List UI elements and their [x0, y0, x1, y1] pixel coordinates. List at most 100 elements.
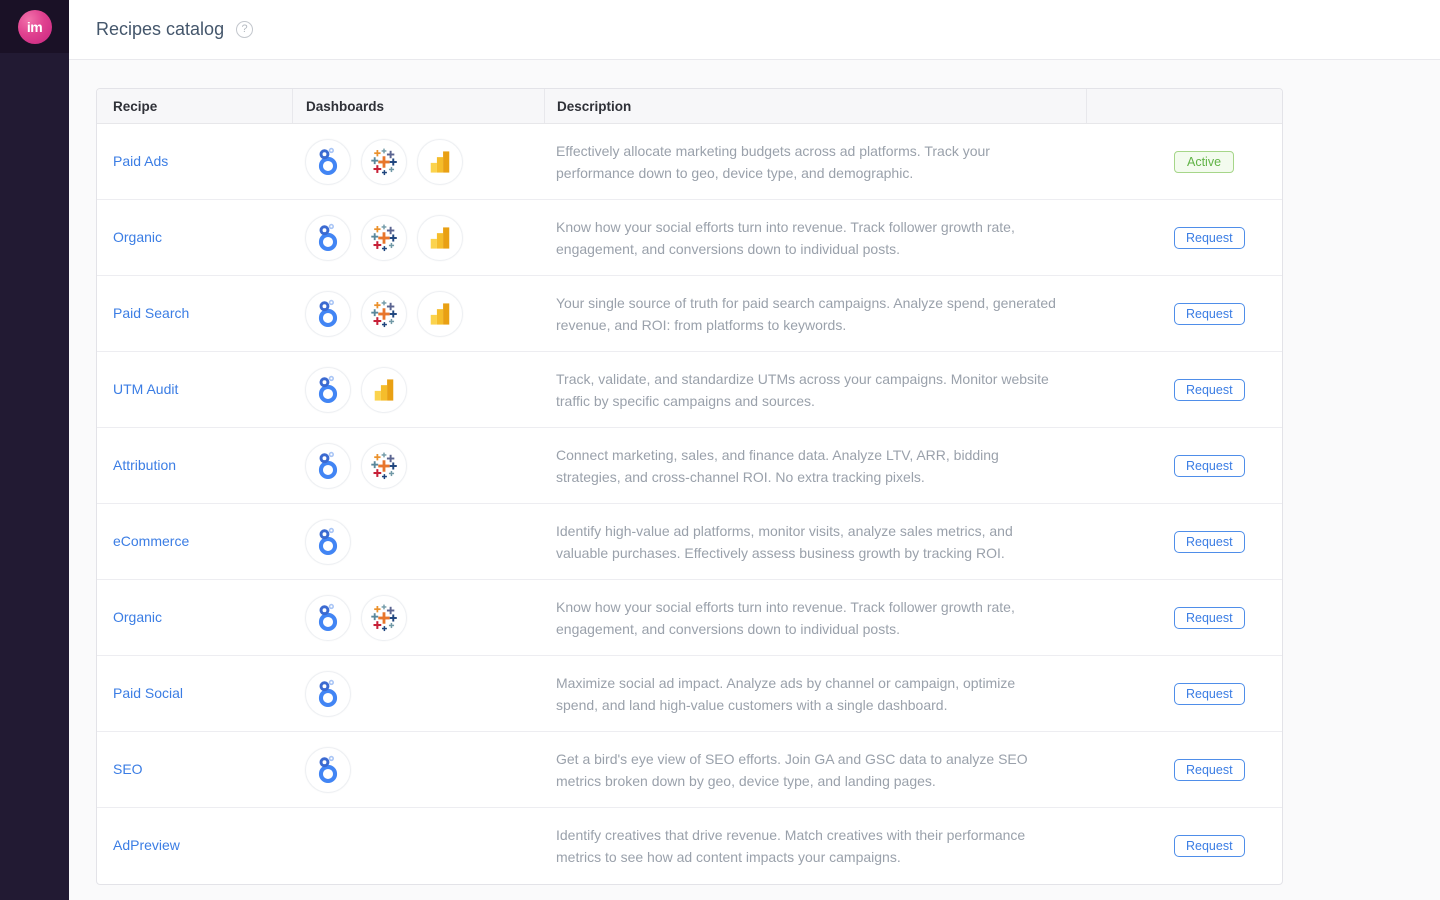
recipe-cell: Paid Ads: [97, 153, 292, 171]
recipe-description: Effectively allocate marketing budgets a…: [556, 140, 1056, 184]
recipe-description: Identify high-value ad platforms, monito…: [556, 520, 1056, 564]
dashboards-cell: [292, 139, 544, 185]
table-row: Paid Social Maximize social ad impact. A…: [97, 656, 1282, 732]
tableau-icon: [361, 291, 407, 337]
column-header-action: [1086, 89, 1282, 123]
table-row: SEO Get a bird's eye view of SEO efforts…: [97, 732, 1282, 808]
recipe-cell: eCommerce: [97, 533, 292, 551]
description-cell: Know how your social efforts turn into r…: [544, 216, 1086, 260]
description-cell: Get a bird's eye view of SEO efforts. Jo…: [544, 748, 1086, 792]
column-header-recipe: Recipe: [97, 89, 292, 123]
tableau-icon: [361, 443, 407, 489]
looker-icon: [305, 139, 351, 185]
dashboards-cell: [292, 519, 544, 565]
looker-icon: [305, 291, 351, 337]
request-button[interactable]: Request: [1174, 303, 1245, 325]
help-icon[interactable]: ?: [236, 21, 253, 38]
action-cell: Active: [1086, 151, 1282, 173]
dashboards-cell: [292, 215, 544, 261]
action-cell: Request: [1086, 303, 1282, 325]
powerbi-icon: [361, 367, 407, 413]
table-row: eCommerce Identify high-value ad platfor…: [97, 504, 1282, 580]
looker-icon: [305, 519, 351, 565]
action-cell: Request: [1086, 531, 1282, 553]
dashboards-cell: [292, 367, 544, 413]
action-cell: Request: [1086, 379, 1282, 401]
description-cell: Maximize social ad impact. Analyze ads b…: [544, 672, 1086, 716]
description-cell: Connect marketing, sales, and finance da…: [544, 444, 1086, 488]
recipe-link[interactable]: Attribution: [113, 457, 176, 473]
recipe-description: Know how your social efforts turn into r…: [556, 216, 1056, 260]
request-button[interactable]: Request: [1174, 531, 1245, 553]
looker-icon: [305, 443, 351, 489]
request-button[interactable]: Request: [1174, 379, 1245, 401]
sidebar: im: [0, 0, 69, 900]
recipe-cell: Paid Social: [97, 685, 292, 703]
powerbi-icon: [417, 215, 463, 261]
action-cell: Request: [1086, 759, 1282, 781]
recipe-link[interactable]: Paid Search: [113, 305, 189, 321]
recipe-cell: AdPreview: [97, 837, 292, 855]
description-cell: Identify creatives that drive revenue. M…: [544, 824, 1086, 868]
request-button[interactable]: Request: [1174, 835, 1245, 857]
dashboards-cell: [292, 291, 544, 337]
recipe-link[interactable]: UTM Audit: [113, 381, 178, 397]
app-logo[interactable]: im: [18, 10, 52, 44]
looker-icon: [305, 367, 351, 413]
table-row: AdPreview Identify creatives that drive …: [97, 808, 1282, 884]
recipe-description: Identify creatives that drive revenue. M…: [556, 824, 1056, 868]
action-cell: Request: [1086, 455, 1282, 477]
table-row: UTM Audit Track, validate, and standardi…: [97, 352, 1282, 428]
recipe-description: Your single source of truth for paid sea…: [556, 292, 1056, 336]
recipe-link[interactable]: Organic: [113, 229, 162, 245]
request-button[interactable]: Request: [1174, 455, 1245, 477]
recipe-link[interactable]: Paid Ads: [113, 153, 168, 169]
table-row: Paid Ads Effectively allocate marketing …: [97, 124, 1282, 200]
action-cell: Request: [1086, 227, 1282, 249]
action-cell: Request: [1086, 607, 1282, 629]
recipe-description: Connect marketing, sales, and finance da…: [556, 444, 1056, 488]
dashboards-cell: [292, 747, 544, 793]
active-badge: Active: [1174, 151, 1234, 173]
top-bar: Recipes catalog ?: [69, 0, 1440, 60]
description-cell: Your single source of truth for paid sea…: [544, 292, 1086, 336]
logo-block: im: [0, 0, 69, 53]
recipe-description: Know how your social efforts turn into r…: [556, 596, 1056, 640]
column-header-description: Description: [544, 89, 1086, 123]
recipe-description: Maximize social ad impact. Analyze ads b…: [556, 672, 1056, 716]
description-cell: Know how your social efforts turn into r…: [544, 596, 1086, 640]
page-title: Recipes catalog: [96, 19, 224, 40]
recipe-link[interactable]: AdPreview: [113, 837, 180, 853]
powerbi-icon: [417, 291, 463, 337]
tableau-icon: [361, 139, 407, 185]
request-button[interactable]: Request: [1174, 227, 1245, 249]
looker-icon: [305, 215, 351, 261]
recipe-link[interactable]: eCommerce: [113, 533, 189, 549]
recipe-description: Track, validate, and standardize UTMs ac…: [556, 368, 1056, 412]
description-cell: Track, validate, and standardize UTMs ac…: [544, 368, 1086, 412]
table-body: Paid Ads Effectively allocate marketing …: [97, 124, 1282, 884]
action-cell: Request: [1086, 683, 1282, 705]
column-header-dashboards: Dashboards: [292, 89, 544, 123]
recipe-cell: Paid Search: [97, 305, 292, 323]
recipe-link[interactable]: Paid Social: [113, 685, 183, 701]
tableau-icon: [361, 595, 407, 641]
recipe-cell: Organic: [97, 229, 292, 247]
table-header: Recipe Dashboards Description: [97, 89, 1282, 124]
recipe-cell: UTM Audit: [97, 381, 292, 399]
app-logo-text: im: [27, 19, 42, 35]
request-button[interactable]: Request: [1174, 759, 1245, 781]
table-row: Organic Know how your social efforts tur…: [97, 200, 1282, 276]
request-button[interactable]: Request: [1174, 607, 1245, 629]
request-button[interactable]: Request: [1174, 683, 1245, 705]
dashboards-cell: [292, 595, 544, 641]
recipe-cell: Attribution: [97, 457, 292, 475]
recipe-cell: SEO: [97, 761, 292, 779]
looker-icon: [305, 671, 351, 717]
powerbi-icon: [417, 139, 463, 185]
recipe-description: Get a bird's eye view of SEO efforts. Jo…: [556, 748, 1056, 792]
recipe-link[interactable]: Organic: [113, 609, 162, 625]
dashboards-cell: [292, 671, 544, 717]
recipe-link[interactable]: SEO: [113, 761, 143, 777]
main-content: Recipe Dashboards Description Paid Ads E…: [69, 60, 1440, 900]
